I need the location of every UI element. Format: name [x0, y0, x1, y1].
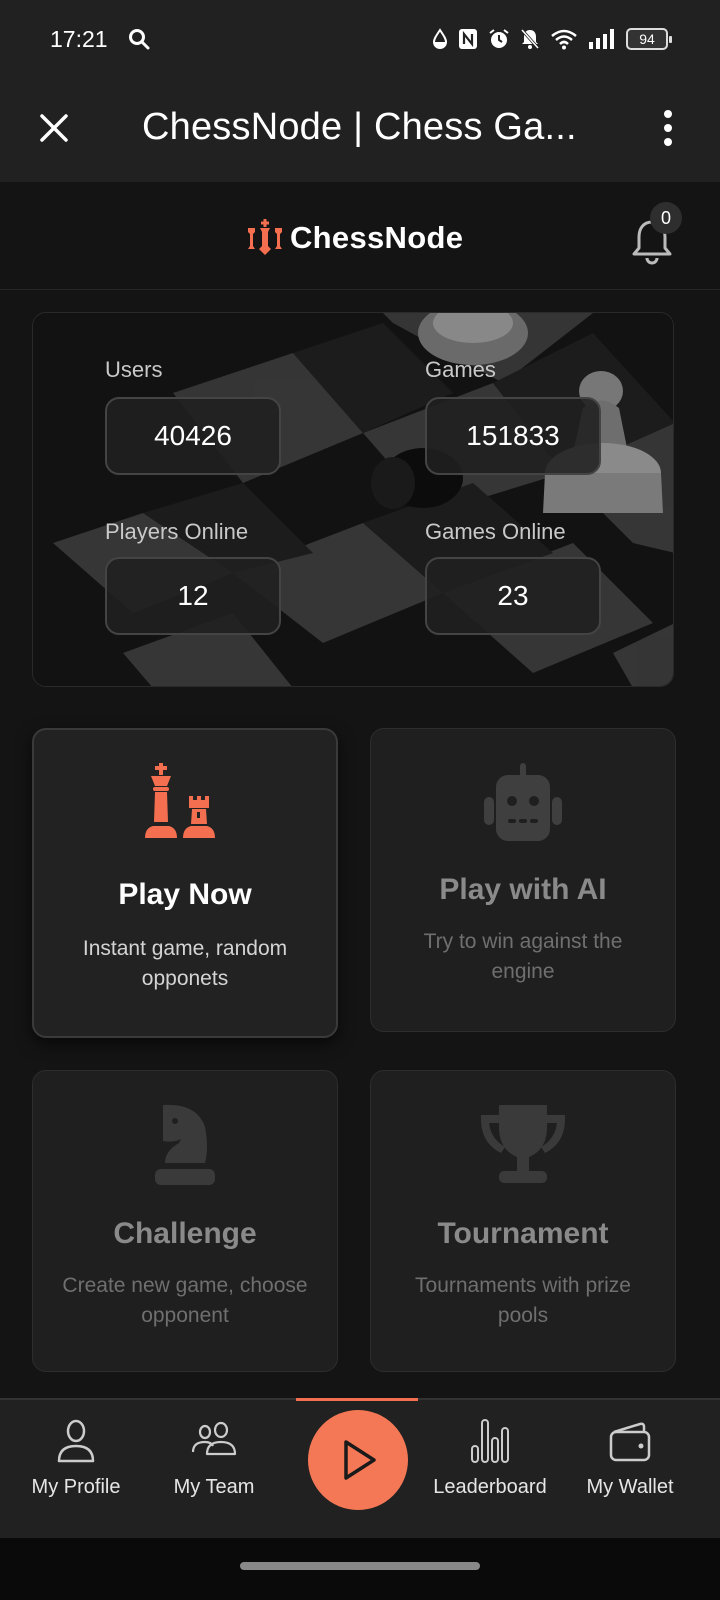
nav-my-profile[interactable]: My Profile — [6, 1418, 146, 1499]
play-with-ai-card[interactable]: Play with AI Try to win against the engi… — [370, 728, 676, 1032]
wallet-icon — [609, 1422, 651, 1462]
robot-icon — [484, 763, 562, 841]
stat-value-games: 151833 — [425, 397, 601, 475]
team-icon — [191, 1421, 237, 1456]
card-title: Challenge — [113, 1217, 257, 1250]
play-button[interactable] — [308, 1410, 408, 1510]
nav-leaderboard[interactable]: Leaderboard — [420, 1418, 560, 1499]
stat-label-games-online: Games Online — [425, 519, 566, 544]
notification-badge: 0 — [650, 202, 682, 234]
card-description: Create new game, choose opponent — [62, 1274, 308, 1327]
status-time: 17:21 — [50, 26, 108, 52]
page-title: ChessNode | Chess Ga... — [142, 106, 577, 148]
gesture-handle[interactable] — [240, 1562, 480, 1570]
alarm-icon — [489, 29, 509, 48]
nav-label: Leaderboard — [433, 1476, 547, 1498]
play-now-card[interactable]: Play Now Instant game, random opponets — [32, 728, 338, 1038]
tournament-card[interactable]: Tournament Tournaments with prize pools — [370, 1070, 676, 1372]
stat-value-users: 40426 — [105, 397, 281, 475]
chess-king-rook-icon — [145, 763, 215, 838]
browser-app-bar: ChessNode | Chess Ga... — [0, 84, 720, 182]
signal-icon — [589, 29, 614, 49]
trophy-icon — [481, 1105, 565, 1183]
close-icon[interactable] — [36, 110, 72, 146]
stats-panel: Users 40426 Games 151833 Players Online … — [32, 312, 674, 687]
active-tab-indicator — [296, 1398, 418, 1401]
play-icon — [344, 1440, 376, 1480]
bar-chart-icon — [471, 1419, 509, 1463]
stat-label-players-online: Players Online — [105, 519, 249, 544]
data-saver-icon — [432, 28, 448, 49]
status-bar: 17:21 94 — [0, 0, 720, 84]
brand-logo[interactable]: ChessNode — [246, 218, 463, 258]
battery-icon: 94 — [626, 28, 672, 50]
stat-value-players-online: 12 — [105, 557, 281, 635]
more-vertical-icon[interactable] — [660, 108, 676, 148]
nav-my-wallet[interactable]: My Wallet — [560, 1418, 700, 1499]
stat-label-users: Users — [105, 357, 163, 382]
card-title: Play with AI — [439, 873, 607, 906]
site-header: ChessNode 0 — [0, 182, 720, 290]
user-icon — [57, 1419, 95, 1463]
nav-label: My Profile — [31, 1476, 121, 1498]
wifi-icon — [551, 29, 577, 50]
bottom-navigation: My Profile My Team Leaderboard My Wallet — [0, 1398, 720, 1538]
card-description: Tournaments with prize pools — [415, 1274, 631, 1327]
card-description: Try to win against the engine — [423, 930, 623, 983]
brand-name: ChessNode — [290, 220, 464, 255]
chessnode-logo-icon — [248, 219, 282, 255]
mute-icon — [520, 29, 540, 49]
nav-label: My Wallet — [586, 1476, 674, 1498]
search-icon — [129, 29, 150, 50]
card-title: Tournament — [437, 1217, 609, 1250]
system-gesture-area — [0, 1538, 720, 1600]
status-icons: 94 — [432, 28, 672, 50]
nfc-icon — [459, 29, 477, 49]
nav-my-team[interactable]: My Team — [144, 1418, 284, 1499]
stat-label-games: Games — [425, 357, 496, 382]
card-description: Instant game, random opponets — [82, 937, 288, 990]
nav-label: My Team — [173, 1476, 255, 1498]
challenge-card[interactable]: Challenge Create new game, choose oppone… — [32, 1070, 338, 1372]
chess-knight-icon — [155, 1104, 215, 1185]
card-title: Play Now — [118, 878, 252, 911]
stat-value-games-online: 23 — [425, 557, 601, 635]
